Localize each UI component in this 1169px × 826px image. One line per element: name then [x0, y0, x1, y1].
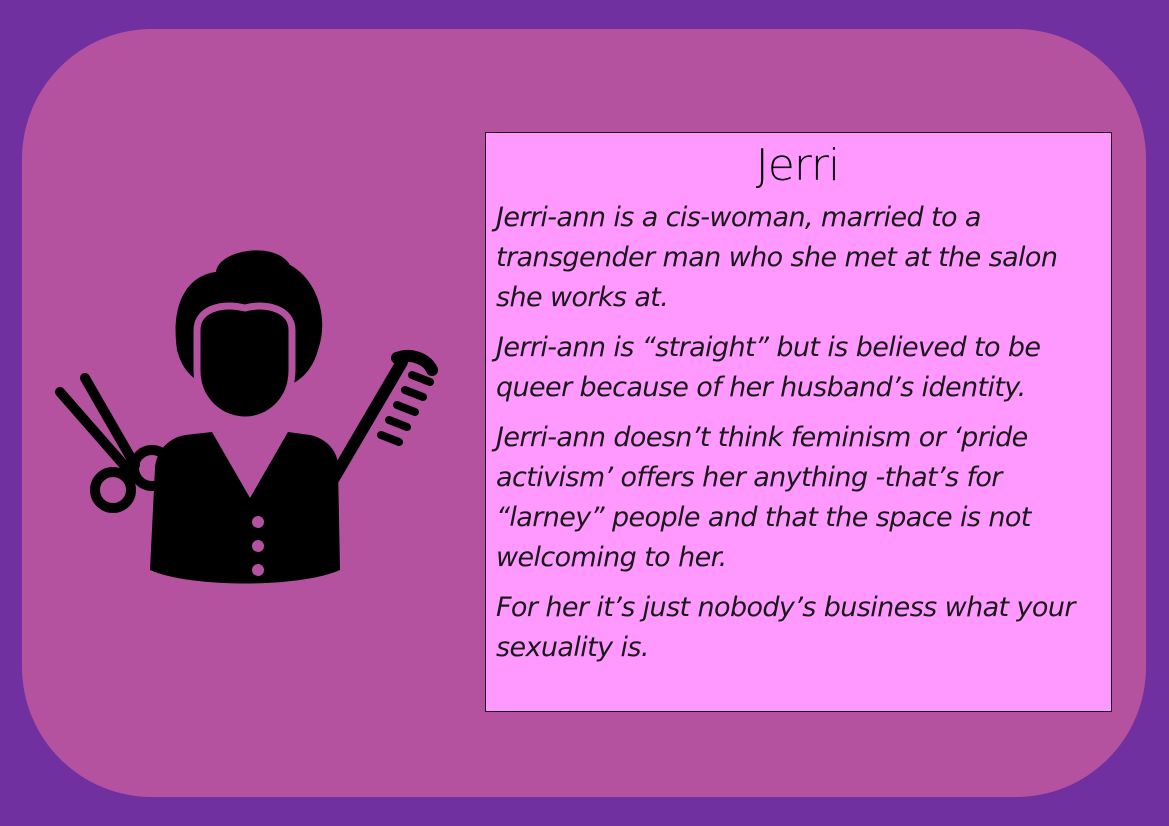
profile-info-box: Jerri Jerri-ann is a cis-woman, married … — [485, 132, 1112, 712]
profile-title: Jerri — [755, 140, 840, 191]
profile-paragraph: For her it’s just nobody’s business what… — [496, 591, 1075, 663]
profile-paragraph: Jerri-ann is “straight” but is believed … — [496, 331, 1041, 403]
profile-paragraph: Jerri-ann doesn’t think feminism or ‘pri… — [496, 421, 1031, 573]
vest-button — [252, 516, 264, 528]
comb-icon — [321, 349, 438, 496]
vest-shape — [150, 432, 340, 584]
hairdresser-icon — [55, 250, 438, 584]
vest-button — [252, 540, 264, 552]
profile-paragraph: Jerri-ann is a cis-woman, married to a t… — [496, 201, 1058, 313]
scissors-icon — [55, 373, 175, 513]
hairdresser-illustration — [40, 240, 440, 600]
vest-button — [252, 564, 264, 576]
face-shape — [193, 302, 296, 424]
